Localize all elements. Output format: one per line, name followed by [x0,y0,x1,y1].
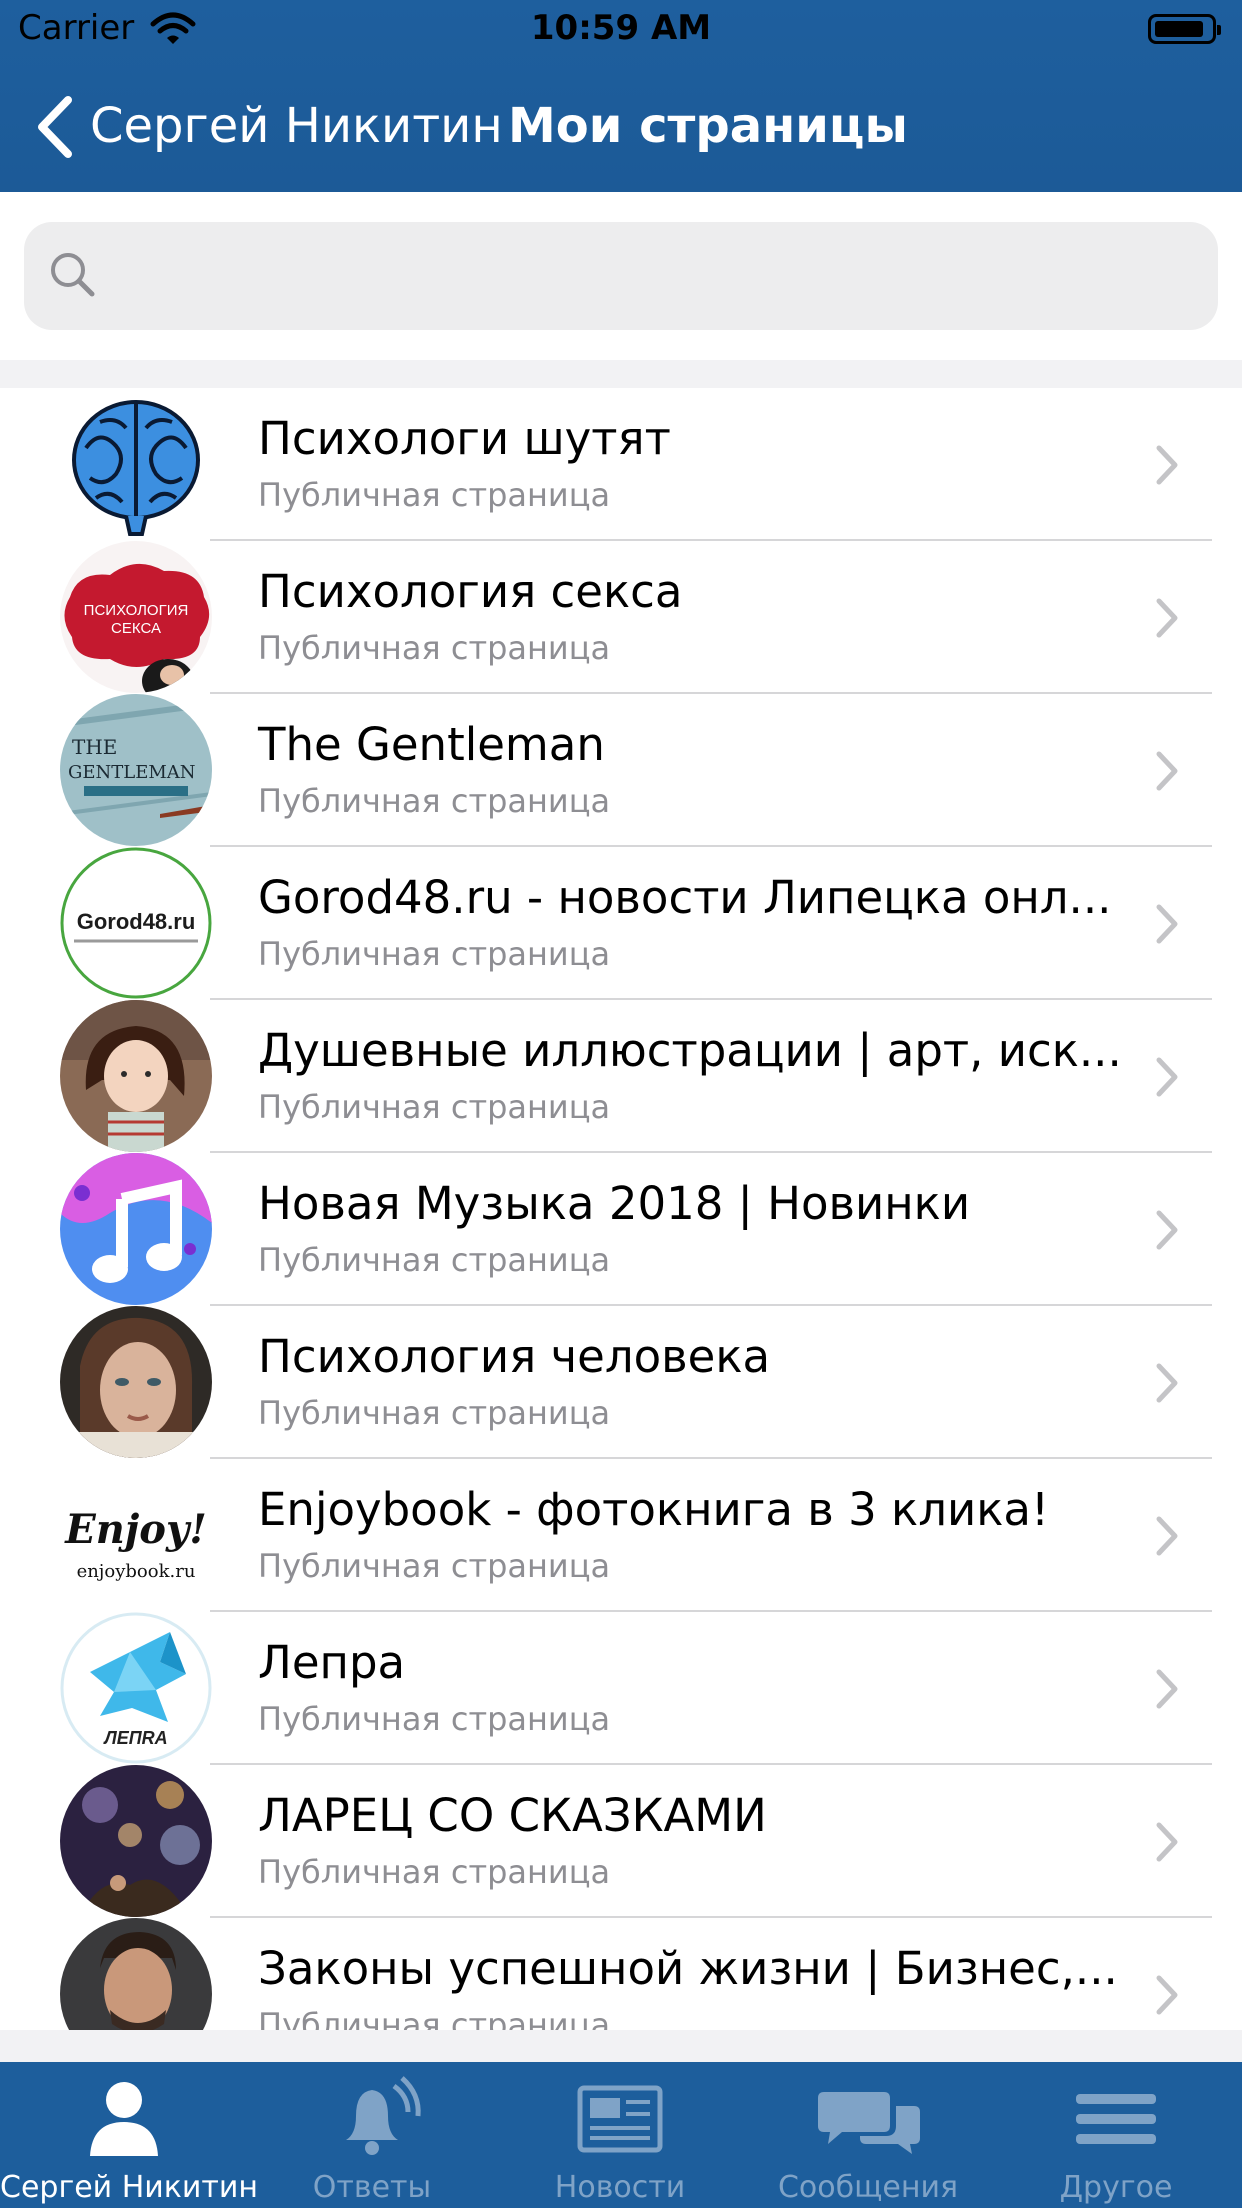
tab-messages[interactable]: Сообщения [744,2062,992,2208]
page-title-text: Лепра [258,1636,406,1689]
list-item[interactable]: Психология человека Публичная страница [0,1306,1242,1459]
chevron-right-icon [1156,1669,1178,1709]
list-item[interactable]: Gorod48.ru Gorod48.ru - новости Липецка … [0,847,1242,1000]
chevron-right-icon [1156,1210,1178,1250]
page-type-text: Публичная страница [258,1547,611,1585]
list-item[interactable]: Психологи шутят Публичная страница [0,388,1242,541]
tab-label: Другое [1059,2170,1173,2205]
chevron-right-icon [1156,598,1178,638]
businessman-portrait [60,1918,212,2030]
tab-news[interactable]: Новости [496,2062,744,2208]
page-title-text: The Gentleman [258,718,605,771]
pages-list: Психологи шутят Публичная страница ПСИХО… [0,388,1242,2030]
chevron-right-icon [1156,751,1178,791]
page-title-text: Gorod48.ru - новости Липецка онл... [258,871,1112,924]
page-title-text: Enjoybook - фотокнига в 3 клика! [258,1483,1050,1536]
page-type-text: Публичная страница [258,1088,611,1126]
gorod48-logo: Gorod48.ru [60,847,212,999]
back-button[interactable] [30,92,90,162]
section-separator [0,360,1242,388]
tab-profile[interactable]: Сергей Никитин [0,2062,258,2208]
avatar-text: ПСИХОЛОГИЯ [84,602,189,619]
fairy-tale-image [60,1765,212,1917]
page-type-text: Публичная страница [258,629,611,667]
search-area [0,192,1242,360]
list-item[interactable]: Законы успешной жизни | Бизнес,... Публи… [0,1918,1242,2030]
newspaper-icon [577,2085,663,2153]
search-input[interactable] [116,222,1200,332]
menu-icon [1076,2094,1156,2144]
page-title: Мои страницы [508,98,908,154]
list-item[interactable]: ЛАРЕЦ СО СКАЗКАМИ Публичная страница [0,1765,1242,1918]
page-title-text: ЛАРЕЦ СО СКАЗКАМИ [258,1789,767,1842]
clock: 10:59 AM [530,8,712,48]
music-note-icon [60,1153,212,1305]
page-title-text: Новая Музыка 2018 | Новинки [258,1177,971,1230]
gentleman-logo: THE GENTLEMAN [60,694,212,846]
page-title-text: Психология секса [258,565,683,618]
psychology-sex-logo: ПСИХОЛОГИЯ СЕКСА [60,541,212,693]
tab-more[interactable]: Другое [992,2062,1240,2208]
list-bottom-band [0,2030,1242,2062]
list-item[interactable]: THE GENTLEMAN The Gentleman Публичная ст… [0,694,1242,847]
brain-icon [60,388,212,540]
page-title-text: Психологи шутят [258,412,671,465]
back-label[interactable]: Сергей Никитин [90,98,503,154]
page-type-text: Публичная страница [258,1700,611,1738]
list-item[interactable]: Новая Музыка 2018 | Новинки Публичная ст… [0,1153,1242,1306]
avatar-text: Gorod48.ru [77,909,196,934]
status-bar: Carrier 10:59 AM [0,0,1242,60]
chevron-right-icon [1156,904,1178,944]
tab-label: Ответы [312,2170,432,2205]
chevron-right-icon [1156,1516,1178,1556]
avatar-text: Enjoy! [64,1506,207,1553]
page-type-text: Публичная страница [258,2006,611,2030]
girl-illustration [60,1000,212,1152]
tab-label: Новости [554,2170,686,2205]
tab-bar: Сергей Никитин Ответы Новости Сообщения [0,2062,1242,2208]
avatar-text: GENTLEMAN [68,762,196,783]
page-type-text: Публичная страница [258,782,611,820]
tab-answers[interactable]: Ответы [248,2062,496,2208]
chevron-right-icon [1156,1057,1178,1097]
chat-bubbles-icon [818,2092,920,2154]
chevron-left-icon [38,96,72,158]
chevron-right-icon [1156,1363,1178,1403]
page-title-text: Психология человека [258,1330,771,1383]
page-title-text: Законы успешной жизни | Бизнес,... [258,1942,1118,1995]
chevron-right-icon [1156,1975,1178,2015]
search-icon [46,246,102,310]
tab-label: Сообщения [777,2170,959,2205]
avatar-text: enjoybook.ru [77,1561,196,1582]
list-item[interactable]: Душевные иллюстрации | арт, иск... Публи… [0,1000,1242,1153]
bell-icon [346,2076,421,2155]
avatar-text: ЛЕПRA [102,1728,167,1748]
chevron-right-icon [1156,1822,1178,1862]
avatar-text: THE [72,735,117,759]
page-title-text: Душевные иллюстрации | арт, иск... [258,1024,1122,1077]
woman-portrait [60,1306,212,1458]
page-type-text: Публичная страница [258,1394,611,1432]
top-bar: Carrier 10:59 AM Сергей Никитин Мои стра… [0,0,1242,192]
list-item[interactable]: Enjoy! enjoybook.ru Enjoybook - фотокниг… [0,1459,1242,1612]
list-item[interactable]: ЛЕПRA Лепра Публичная страница [0,1612,1242,1765]
page-type-text: Публичная страница [258,1241,611,1279]
enjoybook-logo: Enjoy! enjoybook.ru [60,1459,212,1611]
chevron-right-icon [1156,445,1178,485]
search-field[interactable] [24,222,1218,332]
page-type-text: Публичная страница [258,935,611,973]
battery-icon [1148,14,1221,44]
list-item[interactable]: ПСИХОЛОГИЯ СЕКСА Психология секса Публич… [0,541,1242,694]
person-icon [90,2082,158,2156]
avatar-text: СЕКСА [111,620,161,637]
page-type-text: Публичная страница [258,1853,611,1891]
page-type-text: Публичная страница [258,476,611,514]
tab-label: Сергей Никитин [0,2170,258,2205]
nav-bar: Сергей Никитин Мои страницы [0,60,1242,192]
lepra-logo: ЛЕПRA [60,1612,212,1764]
